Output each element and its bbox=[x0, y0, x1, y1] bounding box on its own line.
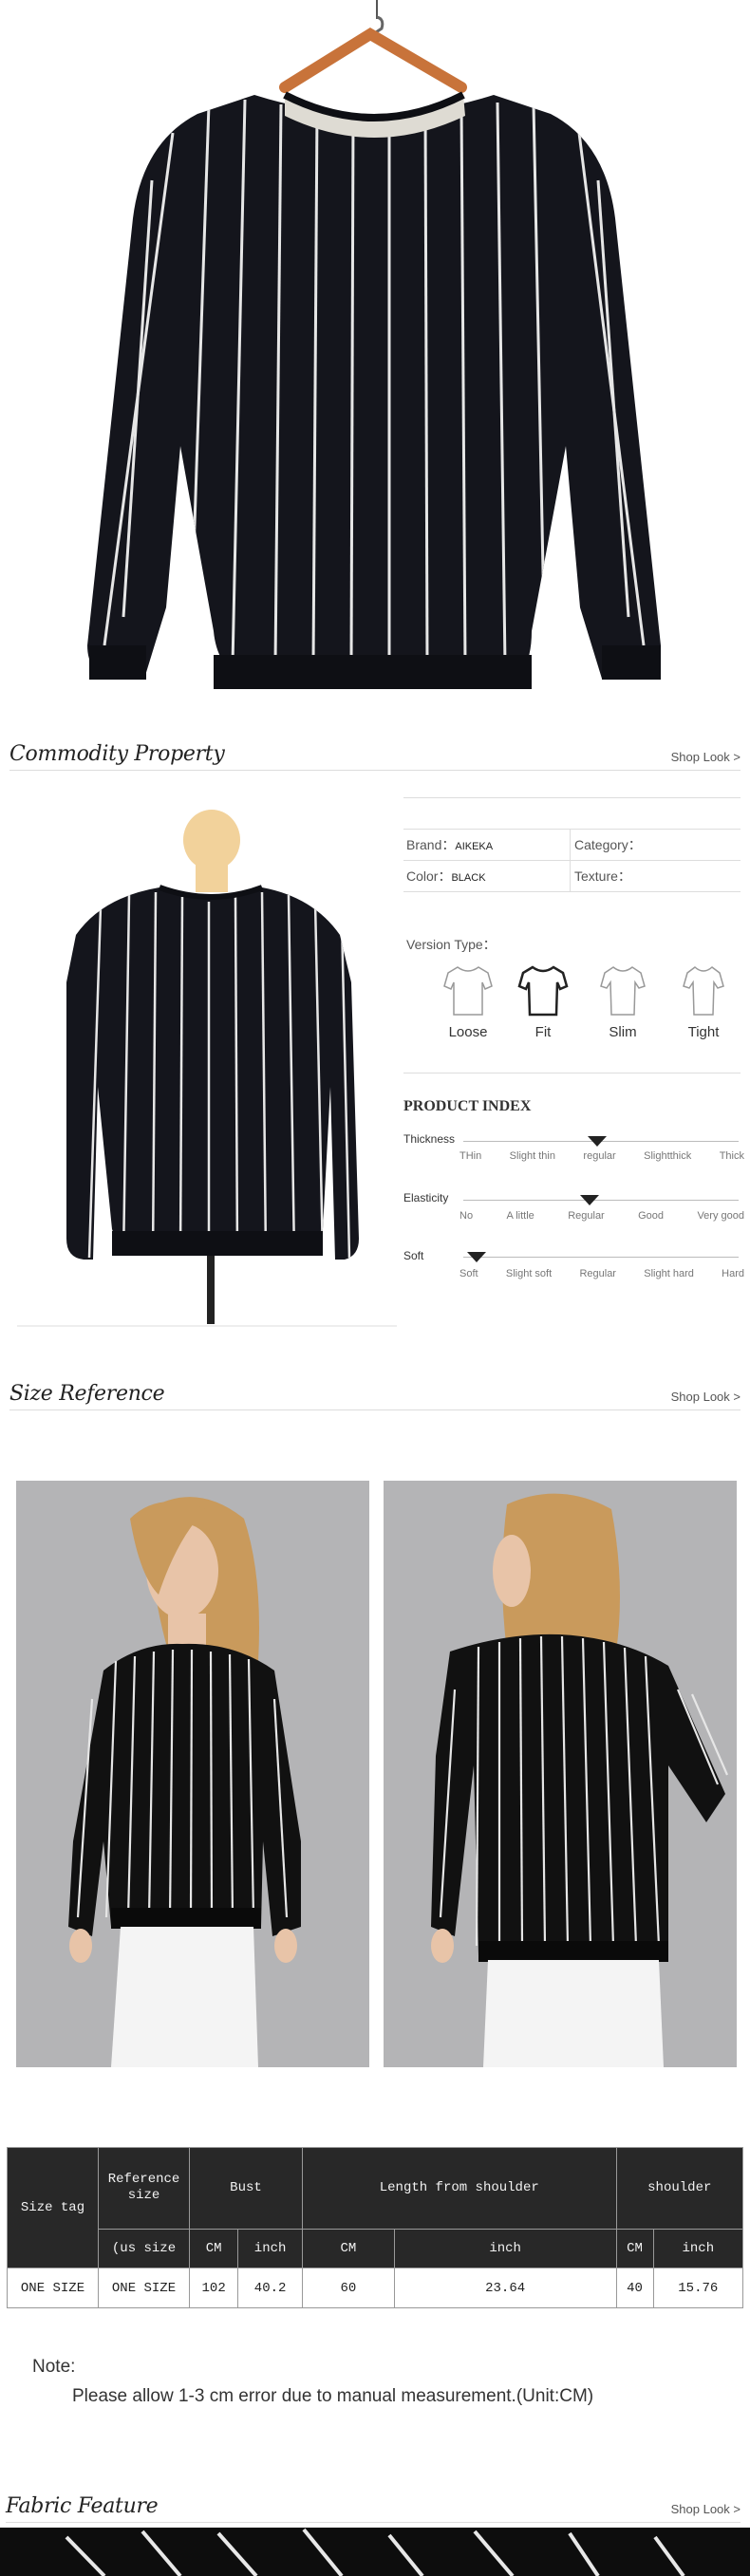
length-inch-header: inch bbox=[393, 2228, 617, 2269]
table-cell: 60 bbox=[301, 2268, 395, 2308]
thickness-label: Thickness bbox=[403, 1132, 456, 1146]
scale-label: Regular bbox=[568, 1210, 605, 1222]
note-text: Please allow 1-3 cm error due to manual … bbox=[72, 2386, 594, 2406]
shoulder-header: shoulder bbox=[615, 2147, 744, 2230]
fit-shirt-icon bbox=[517, 965, 569, 1017]
elasticity-label: Elasticity bbox=[403, 1191, 449, 1204]
scale-label: Soft bbox=[459, 1268, 478, 1279]
property-divider bbox=[403, 860, 741, 861]
brand-label: Brand： bbox=[406, 837, 456, 852]
version-type-tight: Tight bbox=[675, 963, 732, 1040]
commodity-section-header: Commodity Property Shop Look > bbox=[9, 737, 741, 771]
softness-scale: Soft Slight soft Regular Slight hard Har… bbox=[459, 1268, 744, 1279]
note-title: Note: bbox=[32, 2357, 76, 2377]
texture-field: Texture： bbox=[574, 867, 631, 886]
version-type-slim: Slim bbox=[594, 963, 651, 1040]
elasticity-scale: No A little Regular Good Very good bbox=[459, 1210, 744, 1222]
shoulder-cm-header: CM bbox=[615, 2228, 654, 2269]
loose-shirt-icon bbox=[443, 966, 493, 1016]
model-back-photo bbox=[384, 1481, 737, 2067]
scale-label: Slightthick bbox=[644, 1150, 692, 1162]
scale-label: Regular bbox=[579, 1268, 616, 1279]
color-field: Color：BLACK bbox=[406, 867, 486, 886]
elasticity-marker bbox=[580, 1195, 599, 1205]
scale-label: Slight soft bbox=[505, 1268, 553, 1279]
table-cell: ONE SIZE bbox=[7, 2268, 99, 2308]
tight-shirt-icon bbox=[683, 966, 724, 1016]
scale-label: Very good bbox=[697, 1210, 744, 1222]
category-field: Category： bbox=[574, 835, 642, 854]
length-cm-header: CM bbox=[301, 2228, 395, 2269]
commodity-shop-look-link[interactable]: Shop Look > bbox=[671, 750, 741, 764]
softness-track bbox=[463, 1257, 739, 1258]
version-type-slim-label: Slim bbox=[609, 1024, 637, 1040]
scale-label: Slight thin bbox=[509, 1150, 555, 1162]
table-cell: 40.2 bbox=[237, 2268, 303, 2308]
scale-label: THin bbox=[459, 1150, 482, 1162]
version-type-loose: Loose bbox=[440, 963, 497, 1040]
property-column-divider bbox=[570, 829, 571, 891]
model-front-photo bbox=[16, 1481, 369, 2067]
scale-label: Hard bbox=[722, 1268, 744, 1279]
elasticity-track bbox=[463, 1200, 739, 1201]
version-type-fit-label: Fit bbox=[534, 1024, 552, 1040]
commodity-section-title: Commodity Property bbox=[9, 742, 225, 766]
softness-marker bbox=[467, 1252, 486, 1262]
property-divider bbox=[403, 891, 741, 892]
version-type-tight-label: Tight bbox=[687, 1024, 720, 1040]
category-label: Category： bbox=[574, 837, 642, 852]
length-header: Length from shoulder bbox=[301, 2147, 617, 2230]
thickness-scale: THin Slight thin regular Slightthick Thi… bbox=[459, 1150, 744, 1162]
scale-label: Slight hard bbox=[644, 1268, 694, 1279]
version-type-loose-label: Loose bbox=[448, 1024, 488, 1040]
scale-label: A little bbox=[506, 1210, 534, 1222]
hero-product-image bbox=[87, 0, 661, 689]
size-section-header: Size Reference Shop Look > bbox=[9, 1376, 741, 1410]
table-cell: 40 bbox=[615, 2268, 654, 2308]
fabric-section-title: Fabric Feature bbox=[6, 2494, 159, 2518]
version-type-label: Version Type： bbox=[406, 937, 497, 952]
product-index-title: PRODUCT INDEX bbox=[403, 1098, 532, 1114]
bust-header: Bust bbox=[189, 2147, 303, 2230]
us-size-header: (us size bbox=[98, 2228, 190, 2269]
scale-label: regular bbox=[583, 1150, 616, 1162]
fabric-section-header: Fabric Feature Shop Look > bbox=[6, 2489, 741, 2523]
color-value: BLACK bbox=[451, 872, 486, 884]
scale-label: Thick bbox=[719, 1150, 744, 1162]
table-row: ONE SIZE ONE SIZE 102 40.2 60 23.64 40 1… bbox=[7, 2268, 744, 2308]
property-divider bbox=[403, 829, 741, 830]
texture-label: Texture： bbox=[574, 868, 631, 884]
table-cell: 23.64 bbox=[393, 2268, 617, 2308]
fabric-closeup-image bbox=[0, 2528, 750, 2576]
brand-field: Brand：AIKEKA bbox=[406, 835, 493, 854]
fabric-shop-look-link[interactable]: Shop Look > bbox=[671, 2502, 741, 2516]
size-shop-look-link[interactable]: Shop Look > bbox=[671, 1390, 741, 1404]
property-divider bbox=[403, 797, 741, 798]
mannequin-product-image bbox=[17, 810, 397, 1327]
table-cell: ONE SIZE bbox=[98, 2268, 190, 2308]
slim-shirt-icon bbox=[600, 966, 646, 1016]
size-table: Size tag Reference size Bust Length from… bbox=[7, 2146, 744, 2308]
size-section-title: Size Reference bbox=[9, 1382, 165, 1406]
reference-size-header: Reference size bbox=[98, 2147, 190, 2230]
scale-label: Good bbox=[638, 1210, 665, 1222]
version-type-fit: Fit bbox=[515, 963, 572, 1040]
bust-inch-header: inch bbox=[237, 2228, 303, 2269]
scale-label: No bbox=[459, 1210, 474, 1222]
brand-value: AIKEKA bbox=[455, 841, 494, 852]
table-cell: 102 bbox=[188, 2268, 239, 2308]
table-cell: 15.76 bbox=[652, 2268, 744, 2308]
thickness-marker bbox=[588, 1136, 607, 1147]
bust-cm-header: CM bbox=[188, 2228, 239, 2269]
color-label: Color： bbox=[406, 868, 452, 884]
size-tag-header: Size tag bbox=[7, 2146, 99, 2269]
shoulder-inch-header: inch bbox=[652, 2228, 744, 2269]
softness-label: Soft bbox=[403, 1249, 424, 1262]
